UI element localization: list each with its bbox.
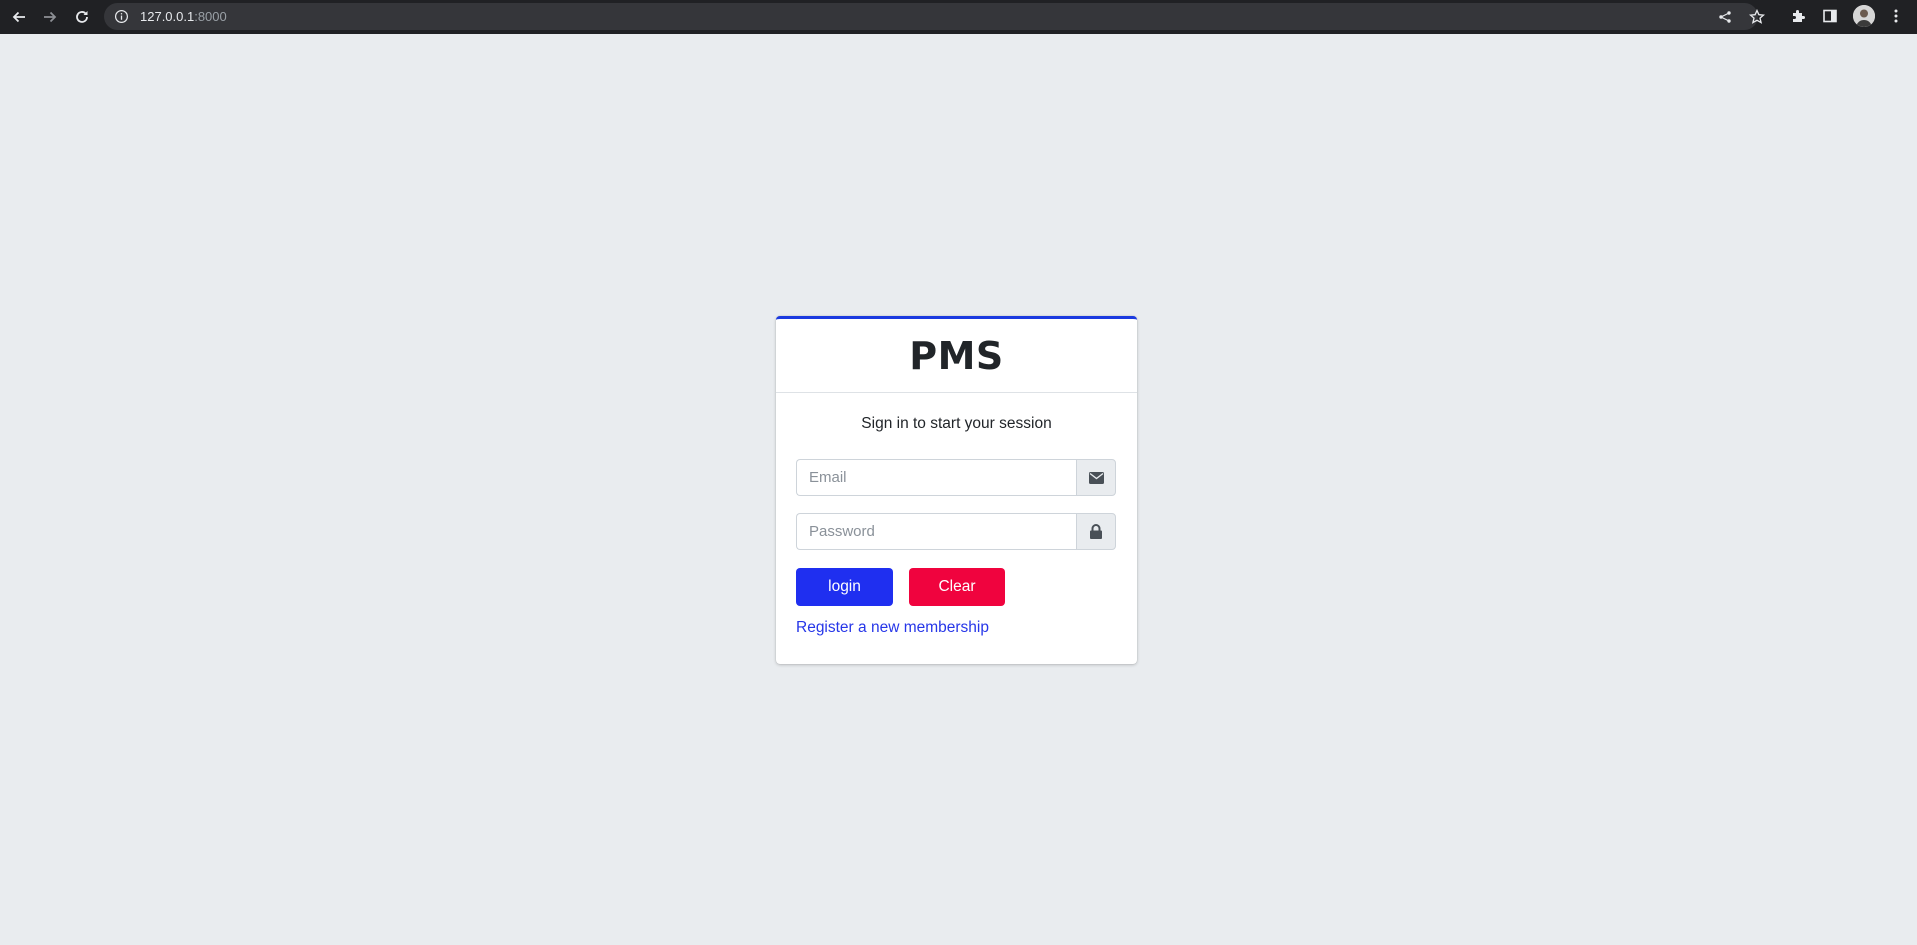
extensions-button[interactable] <box>1787 5 1809 27</box>
profile-avatar[interactable] <box>1853 5 1875 27</box>
register-link[interactable]: Register a new membership <box>796 619 989 637</box>
browser-menu-button[interactable] <box>1885 5 1907 27</box>
reload-button[interactable] <box>69 4 95 30</box>
email-input-group <box>796 459 1116 496</box>
bookmark-button[interactable] <box>1748 8 1766 26</box>
password-input-group <box>796 513 1116 550</box>
password-input[interactable] <box>796 513 1076 550</box>
clear-button[interactable]: Clear <box>909 568 1005 606</box>
side-panel-button[interactable] <box>1819 5 1841 27</box>
more-vert-icon <box>1894 9 1898 23</box>
password-addon <box>1076 513 1116 550</box>
email-input[interactable] <box>796 459 1076 496</box>
envelope-icon <box>1088 471 1104 484</box>
arrow-right-icon <box>44 11 57 23</box>
card-body: Sign in to start your session <box>776 415 1137 435</box>
browser-toolbar: 127.0.0.1:8000 <box>0 0 1917 34</box>
star-icon <box>1749 9 1765 24</box>
share-button[interactable] <box>1716 8 1734 26</box>
share-icon <box>1719 11 1731 23</box>
puzzle-icon <box>1793 10 1805 22</box>
url-host: 127.0.0.1 <box>140 9 195 24</box>
arrow-left-icon <box>12 11 25 23</box>
avatar-icon <box>1853 5 1875 27</box>
url-port: :8000 <box>194 9 227 24</box>
login-card: PMS Sign in to start your session login … <box>776 316 1137 664</box>
side-panel-icon <box>1823 9 1837 23</box>
login-box-message: Sign in to start your session <box>861 415 1052 432</box>
email-addon <box>1076 459 1116 496</box>
login-button[interactable]: login <box>796 568 893 606</box>
card-header: PMS <box>776 319 1137 393</box>
address-bar[interactable]: 127.0.0.1:8000 <box>104 3 1765 30</box>
brand-title[interactable]: PMS <box>909 334 1004 378</box>
info-icon[interactable] <box>114 9 129 24</box>
reload-icon <box>76 11 88 23</box>
url-text: 127.0.0.1:8000 <box>140 9 227 24</box>
lock-icon <box>1090 524 1102 539</box>
forward-button[interactable] <box>37 4 63 30</box>
back-button[interactable] <box>6 4 32 30</box>
